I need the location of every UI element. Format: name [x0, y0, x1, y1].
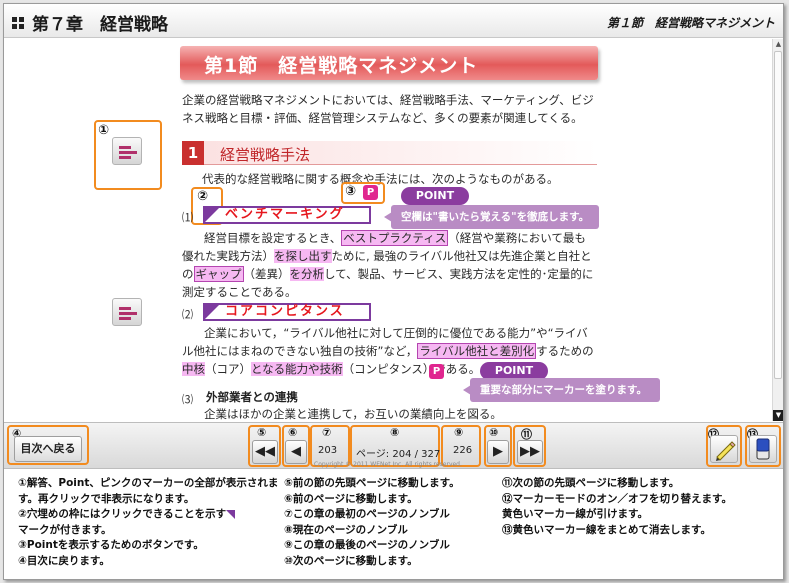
legend-item: ①解答、Point、ピンクのマーカーの全部が表示されます。再クリックで非表示にな… [18, 477, 279, 505]
legend-item: ④目次に戻ります。 [18, 554, 110, 567]
legend-column-1: ①解答、Point、ピンクのマーカーの全部が表示されます。再クリックで非表示にな… [18, 476, 280, 569]
legend-item: ⑧現在のページのノンブル [284, 523, 408, 536]
item-body: 企業はほかの企業と連携して，お互いの業績向上を図る。 [204, 407, 502, 421]
body-text: するための [536, 344, 594, 358]
legend-item: 黄色いマーカー線が引けます。 [502, 508, 648, 520]
callout-8-number: ⑧ [390, 426, 400, 439]
callout-2-number: ② [197, 189, 209, 204]
item-number: ⑵ [182, 308, 193, 321]
pink-marker-text[interactable]: を探し出す [274, 249, 332, 263]
body-text: 経営目標を設定するとき、 [204, 231, 342, 245]
chapter-last-page-number: 226 [453, 445, 473, 456]
vertical-scrollbar[interactable]: ▲ ▼ [772, 39, 783, 421]
note-icon[interactable] [112, 298, 142, 326]
legend-panel: ①解答、Point、ピンクのマーカーの全部が表示されます。再クリックで非表示にな… [4, 470, 783, 579]
pink-marker-text[interactable]: を分析 [289, 267, 324, 281]
title-bar: 第７章 経営戦略 第１節 経営戦略マネジメント [4, 4, 783, 38]
legend-item: ⑪次の節の先頭ページに移動します。 [502, 477, 680, 489]
legend-column-3: ⑪次の節の先頭ページに移動します。 ⑫マーカーモードのオン／オフを切り替えます。… [502, 476, 772, 538]
answer-text: コアコンピタンス [225, 304, 345, 319]
pink-marker-text[interactable]: ライバル他社と差別化 [417, 343, 537, 359]
callout-1-number: ① [98, 123, 110, 138]
point-note: 重要な部分にマーカーを塗ります。 [470, 378, 660, 402]
grid-icon [12, 16, 24, 29]
point-button[interactable]: P [429, 364, 444, 379]
back-to-contents-button[interactable]: 目次へ戻る [14, 436, 82, 462]
prev-page-button[interactable]: ◀ [285, 440, 307, 464]
current-page-indicator: ページ: 204 / 327 [356, 449, 441, 460]
answer-text: ベンチマーキング [225, 207, 345, 222]
section-banner-text: 第1節 経営戦略マネジメント [204, 55, 479, 77]
chapter-title-text: 第７章 経営戦略 [32, 15, 168, 35]
scroll-down-arrow-icon[interactable]: ▼ [773, 410, 783, 421]
app-window: 第７章 経営戦略 第１節 経営戦略マネジメント 第1節 経営戦略マネジメント 企… [3, 3, 784, 580]
legend-item: ⑦この章の最初のページのノンブル [284, 508, 450, 520]
legend-item: マークが付きます。 [18, 523, 112, 536]
show-all-answers-icon[interactable] [112, 137, 142, 165]
scroll-up-arrow-icon[interactable]: ▲ [773, 39, 783, 50]
point-label: POINT [401, 187, 469, 205]
pencil-icon [716, 441, 736, 461]
body-text: （差異） [243, 267, 290, 281]
body-text: （コンピタンス）である。 [342, 362, 481, 376]
legend-item: ⑫マーカーモードのオン／オフを切り替えます。 [502, 492, 732, 505]
clear-markers-button[interactable] [749, 435, 777, 463]
clickable-marker-icon [205, 208, 219, 222]
legend-item: ⑬黄色いマーカー線をまとめて消去します。 [502, 523, 711, 536]
clickable-marker-icon [205, 305, 219, 319]
section-reference: 第１節 経営戦略マネジメント [606, 16, 775, 30]
section-banner: 第1節 経営戦略マネジメント [180, 46, 598, 80]
pink-marker-text[interactable]: ギャップ [193, 266, 244, 282]
item-title: 外部業者との連携 [206, 390, 298, 404]
point-note: 空欄は"書いたら覚える"を徹底します。 [391, 205, 599, 229]
next-section-button[interactable]: ▶▶ [517, 440, 543, 464]
clickable-marker-icon [226, 509, 236, 519]
pink-marker-text[interactable]: となる能力や技術 [251, 362, 343, 376]
legend-column-2: ⑤前の節の先頭ページに移動します。 ⑥前のページに移動します。 ⑦この章の最初の… [284, 476, 500, 569]
marker-mode-button[interactable] [710, 435, 738, 463]
pink-marker-text[interactable]: 中核 [182, 362, 205, 376]
callout-9-number: ⑨ [454, 426, 464, 439]
legend-item: ⑥前のページに移動します。 [284, 492, 418, 505]
copyright-text: Copyright © 2011 WENet Inc. All rights r… [314, 461, 462, 468]
callout-7-number: ⑦ [322, 426, 332, 439]
legend-item: ⑤前の節の先頭ページに移動します。 [284, 477, 460, 489]
eraser-icon [756, 438, 770, 460]
legend-item: ⑨この章の最後のページのノンブル [284, 539, 450, 551]
item-number: ⑴ [182, 211, 193, 224]
prev-section-button[interactable]: ◀◀ [252, 440, 278, 464]
next-page-button[interactable]: ▶ [487, 440, 509, 464]
page-viewport[interactable]: 第1節 経営戦略マネジメント 企業の経営戦略マネジメントにおいては、経営戦略手法… [4, 39, 772, 421]
intro-paragraph: 企業の経営戦略マネジメントにおいては、経営戦略手法、マーケティング、ビジネス戦略… [182, 93, 594, 125]
scroll-thumb[interactable] [774, 51, 782, 379]
answer-blank-box[interactable]: コアコンピタンス [203, 303, 371, 321]
answer-blank-box[interactable]: ベンチマーキング [203, 206, 371, 224]
callout-5-number: ⑤ [257, 426, 267, 439]
chapter-title: 第７章 経営戦略 [12, 10, 168, 35]
item-body: 経営目標を設定するとき、 ベストプラクティス （経営や業務において最も優れた実践方法… [182, 229, 597, 301]
callout-3-number: ③ [345, 184, 357, 199]
legend-item: ③Pointを表示するためのボタンです。 [18, 539, 204, 551]
topic-heading: 1 経営戦略手法 [182, 141, 597, 165]
legend-item: ⑩次のページに移動します。 [284, 554, 418, 567]
point-button[interactable]: P [363, 185, 378, 200]
navigation-toolbar: ④ 目次へ戻る ⑤ ◀◀ ⑥ ◀ ⑦ 203 ⑧ ページ: 204 / 327 … [4, 422, 783, 469]
callout-6-number: ⑥ [288, 426, 298, 439]
legend-item: ②穴埋めの枠にはクリックできることを示す [18, 507, 280, 523]
topic-title: 経営戦略手法 [220, 146, 311, 164]
callout-10-number: ⑩ [489, 426, 499, 439]
topic-number: 1 [182, 141, 204, 165]
body-text: （コア） [205, 362, 251, 376]
chapter-first-page-number: 203 [318, 445, 338, 456]
pink-marker-text[interactable]: ベストプラクティス [341, 230, 449, 246]
topic-lead-text: 代表的な経営戦略に関する概念や手法には、次のようなものがある。 [202, 172, 559, 186]
